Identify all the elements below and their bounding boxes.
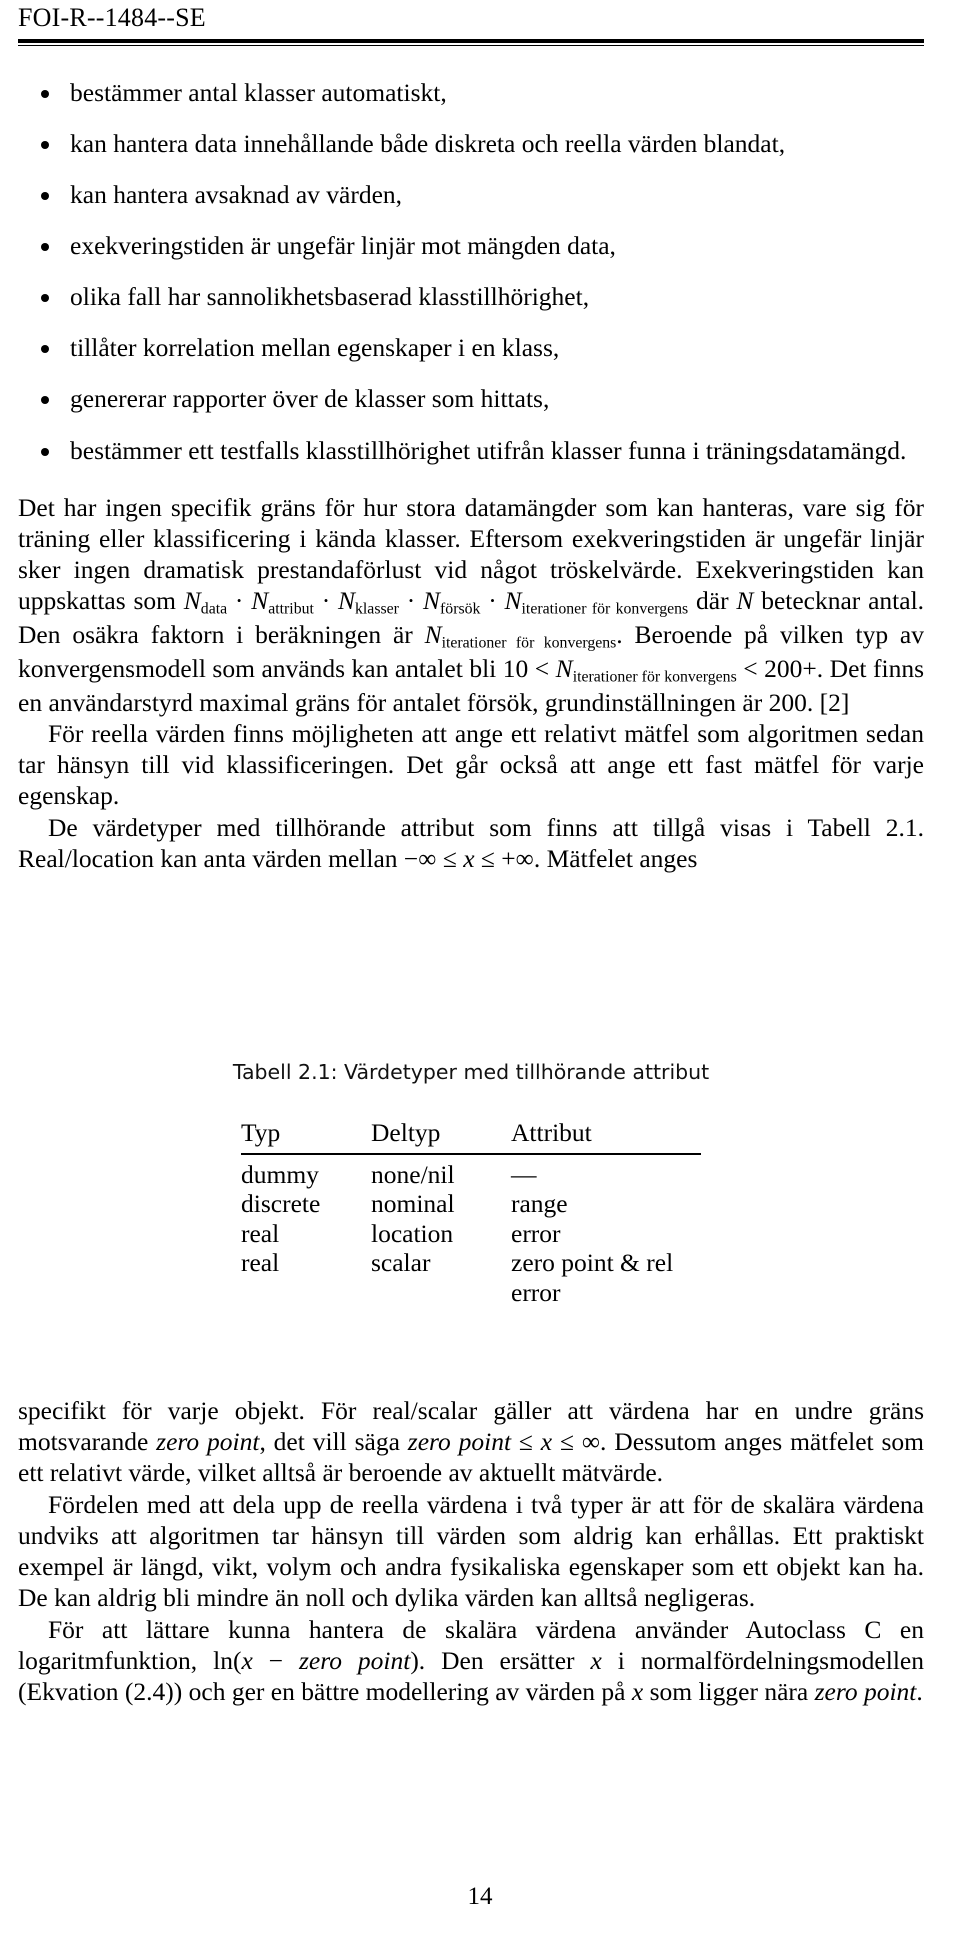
paragraph-real-scalar: specifikt för varje objekt. För real/sca…	[18, 1396, 925, 1488]
table-row: real location error	[241, 1219, 701, 1249]
list-item: kan hantera avsaknad av värden,	[18, 180, 924, 210]
list-item: bestämmer antal klasser automatiskt,	[18, 78, 924, 108]
page-number: 14	[467, 1883, 493, 1910]
cell-typ: real	[241, 1218, 280, 1248]
math-dot-icon: ·	[321, 586, 331, 616]
cell-deltyp: scalar	[371, 1248, 431, 1278]
cell-attribut: —	[511, 1159, 537, 1189]
bullet-dot-icon	[41, 294, 49, 303]
cell-typ: dummy	[241, 1159, 319, 1189]
math-var-x: x	[540, 1427, 553, 1457]
bullet-dot-icon	[41, 396, 49, 405]
bullet-dot-icon	[41, 345, 49, 354]
value-types-table: Typ Deltyp Attribut dummy none/nil — dis…	[241, 1118, 701, 1307]
list-item: genererar rapporter över de klasser som …	[18, 384, 924, 414]
report-id: FOI-R--1484--SE	[18, 3, 206, 32]
term-zero-point: zero point	[407, 1427, 512, 1457]
math-sub-attribut: attribut	[268, 600, 314, 618]
column-header-attribut: Attribut	[511, 1118, 592, 1147]
math-var-N: N	[338, 586, 356, 616]
math-sub-iterationer: iterationer för konvergens	[572, 668, 737, 686]
bullet-dot-icon	[41, 90, 49, 98]
math-var-N: N	[555, 653, 573, 683]
bullet-dot-icon	[41, 192, 49, 201]
cell-deltyp: nominal	[371, 1189, 455, 1219]
table-row: real scalar zero point & rel error	[241, 1248, 701, 1307]
cell-attribut: zero point & rel error	[511, 1248, 674, 1307]
column-header-typ: Typ	[241, 1118, 281, 1147]
list-item: olika fall har sannolikhetsbaserad klass…	[18, 282, 924, 312]
math-dot-icon: ·	[406, 586, 416, 616]
math-var-N: N	[251, 586, 269, 616]
cell-deltyp: none/nil	[371, 1159, 455, 1189]
table-body: dummy none/nil — discrete nominal range …	[241, 1154, 701, 1308]
paragraph-value-types: De värdetyper med tillhörande attribut s…	[18, 812, 924, 873]
cell-typ: real	[241, 1248, 280, 1278]
paragraph-execution-time: Det har ingen specifik gräns för hur sto…	[18, 492, 925, 717]
bullet-dot-icon	[41, 243, 49, 252]
math-var-x: x	[463, 843, 475, 873]
table-row: discrete nominal range	[241, 1189, 701, 1219]
term-zero-point: zero point	[156, 1427, 260, 1457]
math-var-N: N	[183, 586, 201, 616]
math-var-N: N	[736, 586, 754, 616]
term-zero-point: zero point	[814, 1677, 917, 1707]
math-sub-iterationer: iterationer för konvergens	[441, 634, 617, 652]
list-item: exekveringstiden är ungefär linjär mot m…	[18, 231, 924, 261]
math-sub-klasser: klasser	[355, 600, 399, 618]
math-sub-iterationer: iterationer för konvergens	[521, 600, 689, 618]
body-column: bestämmer antal klasser automatiskt, kan…	[18, 78, 924, 874]
table-float: Tabell 2.1: Värdetyper med tillhörande a…	[18, 1060, 924, 1307]
math-var-x: x	[590, 1645, 602, 1675]
table-head: Typ Deltyp Attribut	[241, 1118, 701, 1154]
cell-typ: discrete	[241, 1189, 321, 1219]
column-header-deltyp: Deltyp	[371, 1118, 441, 1147]
bullet-dot-icon	[41, 447, 49, 456]
table-header-row: Typ Deltyp Attribut	[241, 1118, 701, 1154]
paragraph-advantage: Fördelen med att dela upp de reella värd…	[18, 1489, 924, 1613]
math-dot-icon: ·	[234, 586, 244, 616]
math-sub-data: data	[200, 600, 228, 618]
bottom-text-block: specifikt för varje objekt. För real/sca…	[18, 1395, 924, 1707]
paragraph-relative-error: För reella värden finns möjligheten att …	[18, 718, 924, 811]
cell-attribut: error	[511, 1218, 561, 1248]
math-var-N: N	[423, 586, 441, 616]
math-var-x: x	[241, 1645, 253, 1675]
header-rule-thick	[18, 39, 924, 43]
math-sub-forsok: försök	[440, 600, 481, 618]
cell-deltyp: location	[371, 1218, 454, 1248]
math-var-N: N	[424, 620, 442, 650]
math-var-N: N	[504, 586, 522, 616]
document-page: FOI-R--1484--SE bestämmer antal klasser …	[0, 0, 960, 1940]
list-item: bestämmer ett testfalls klasstillhörighe…	[18, 436, 924, 466]
term-zero-point: zero point	[299, 1645, 411, 1675]
bullet-dot-icon	[41, 141, 49, 150]
list-item: tillåter korrelation mellan egenskaper i…	[18, 333, 924, 363]
math-var-x: x	[631, 1677, 644, 1707]
paragraph-log-function: För att lättare kunna hantera de skalära…	[18, 1614, 924, 1707]
table-caption: Tabell 2.1: Värdetyper med tillhörande a…	[232, 1060, 710, 1084]
list-item: kan hantera data innehållande både diskr…	[18, 129, 924, 159]
feature-bullet-list: bestämmer antal klasser automatiskt, kan…	[18, 78, 924, 466]
header-rule-thin	[18, 45, 924, 46]
math-dot-icon: ·	[488, 586, 497, 616]
running-header: FOI-R--1484--SE	[18, 3, 942, 33]
cell-attribut: range	[511, 1189, 568, 1219]
table-row: dummy none/nil —	[241, 1154, 701, 1190]
